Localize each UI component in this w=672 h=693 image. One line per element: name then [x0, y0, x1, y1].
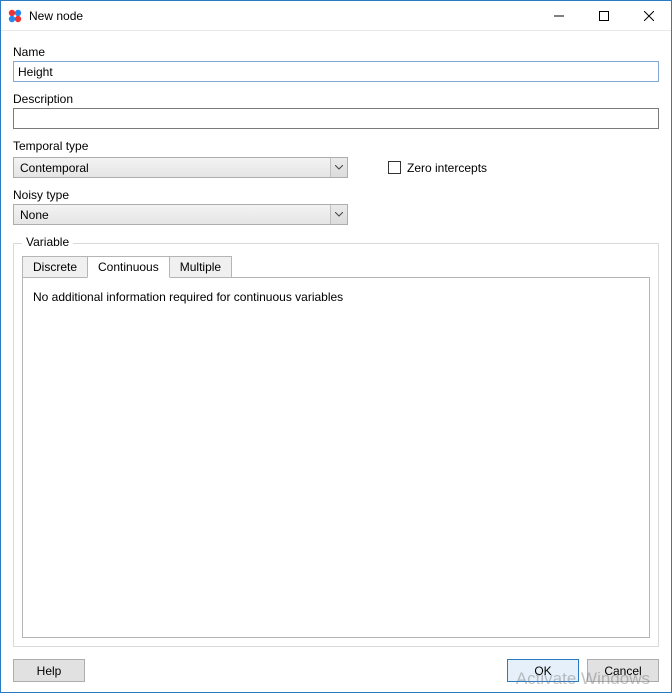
chevron-down-icon	[330, 205, 347, 224]
temporal-type-value: Contemporal	[20, 161, 330, 175]
temporal-type-select[interactable]: Contemporal	[13, 157, 348, 178]
zero-intercepts-label: Zero intercepts	[407, 161, 487, 175]
tab-multiple[interactable]: Multiple	[169, 256, 232, 278]
name-field[interactable]	[13, 61, 659, 82]
tab-discrete[interactable]: Discrete	[22, 256, 88, 278]
minimize-button[interactable]	[536, 1, 581, 30]
help-button[interactable]: Help	[13, 659, 85, 682]
dialog-window: New node Name Description Temporal type …	[0, 0, 672, 693]
dialog-button-row: Help OK Cancel	[13, 659, 659, 682]
noisy-type-select[interactable]: None	[13, 204, 348, 225]
zero-intercepts-checkbox[interactable]	[388, 161, 401, 174]
titlebar: New node	[1, 1, 671, 31]
variable-group: Variable Discrete Continuous Multiple No…	[13, 243, 659, 647]
cancel-button[interactable]: Cancel	[587, 659, 659, 682]
tab-panel-continuous: No additional information required for c…	[22, 277, 650, 638]
chevron-down-icon	[330, 158, 347, 177]
variable-tabs: Discrete Continuous Multiple	[22, 256, 650, 278]
name-label: Name	[13, 45, 659, 59]
noisy-type-label: Noisy type	[13, 188, 659, 202]
description-label: Description	[13, 92, 659, 106]
window-title: New node	[29, 9, 83, 23]
noisy-type-value: None	[20, 208, 330, 222]
maximize-button[interactable]	[581, 1, 626, 30]
temporal-type-label: Temporal type	[13, 139, 659, 153]
dialog-content: Name Description Temporal type Contempor…	[1, 31, 671, 692]
ok-button[interactable]: OK	[507, 659, 579, 682]
close-button[interactable]	[626, 1, 671, 30]
app-icon	[7, 8, 23, 24]
description-field[interactable]	[13, 108, 659, 129]
variable-legend: Variable	[22, 235, 73, 249]
tab-continuous[interactable]: Continuous	[87, 256, 170, 278]
continuous-info-text: No additional information required for c…	[33, 290, 343, 304]
window-controls	[536, 1, 671, 30]
